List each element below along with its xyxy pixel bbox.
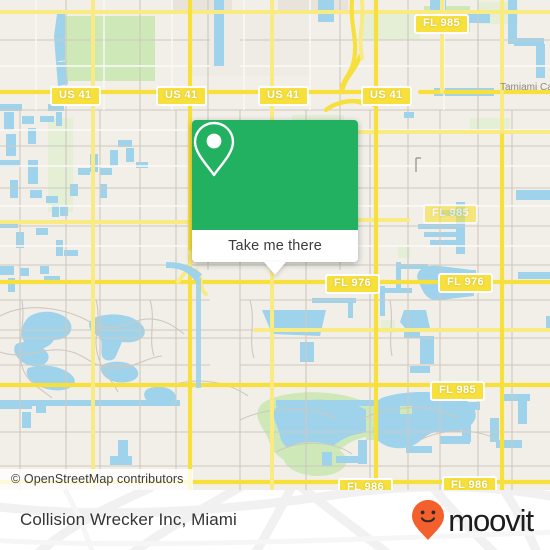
osm-attribution[interactable]: © OpenStreetMap contributors [0, 469, 193, 490]
moovit-smiley-pin-icon [412, 500, 445, 540]
take-me-there-label: Take me there [228, 238, 322, 254]
moovit-brand[interactable]: moovit [411, 490, 534, 550]
place-title: Collision Wrecker Inc, Miami [20, 510, 237, 529]
route-shield-us41-4: US 41 [361, 86, 412, 106]
take-me-there-button[interactable]: Take me there [192, 230, 358, 262]
card-photo-placeholder [192, 120, 358, 230]
route-shield-fl985-1: FL 985 [414, 14, 470, 34]
moovit-wordmark: moovit [448, 502, 534, 538]
route-shield-fl986-1: FL 986 [338, 478, 394, 490]
route-shield-fl985-2: FL 985 [423, 204, 479, 224]
route-shield-us41-1: US 41 [50, 86, 101, 106]
route-shield-us41-3: US 41 [258, 86, 309, 106]
map-label: Tamiami Can [500, 82, 550, 93]
route-shield-us41-2: US 41 [156, 86, 207, 106]
map-page: .wtr { fill:#9fd3ec; } .wtrl { stroke:#9… [0, 0, 550, 550]
route-shield-fl976-2: FL 976 [438, 273, 494, 293]
route-shield-fl985-3: FL 985 [430, 381, 486, 401]
map-canvas[interactable]: .wtr { fill:#9fd3ec; } .wtrl { stroke:#9… [0, 0, 550, 490]
footer-bar: Collision Wrecker Inc, Miami moovit [0, 490, 550, 550]
card-pointer-tip [264, 262, 286, 275]
route-shield-fl976-1: FL 976 [325, 274, 381, 294]
location-pin-icon [193, 121, 235, 177]
location-popup-card[interactable]: Take me there [192, 120, 358, 275]
route-shield-fl986-2: FL 986 [442, 476, 498, 490]
